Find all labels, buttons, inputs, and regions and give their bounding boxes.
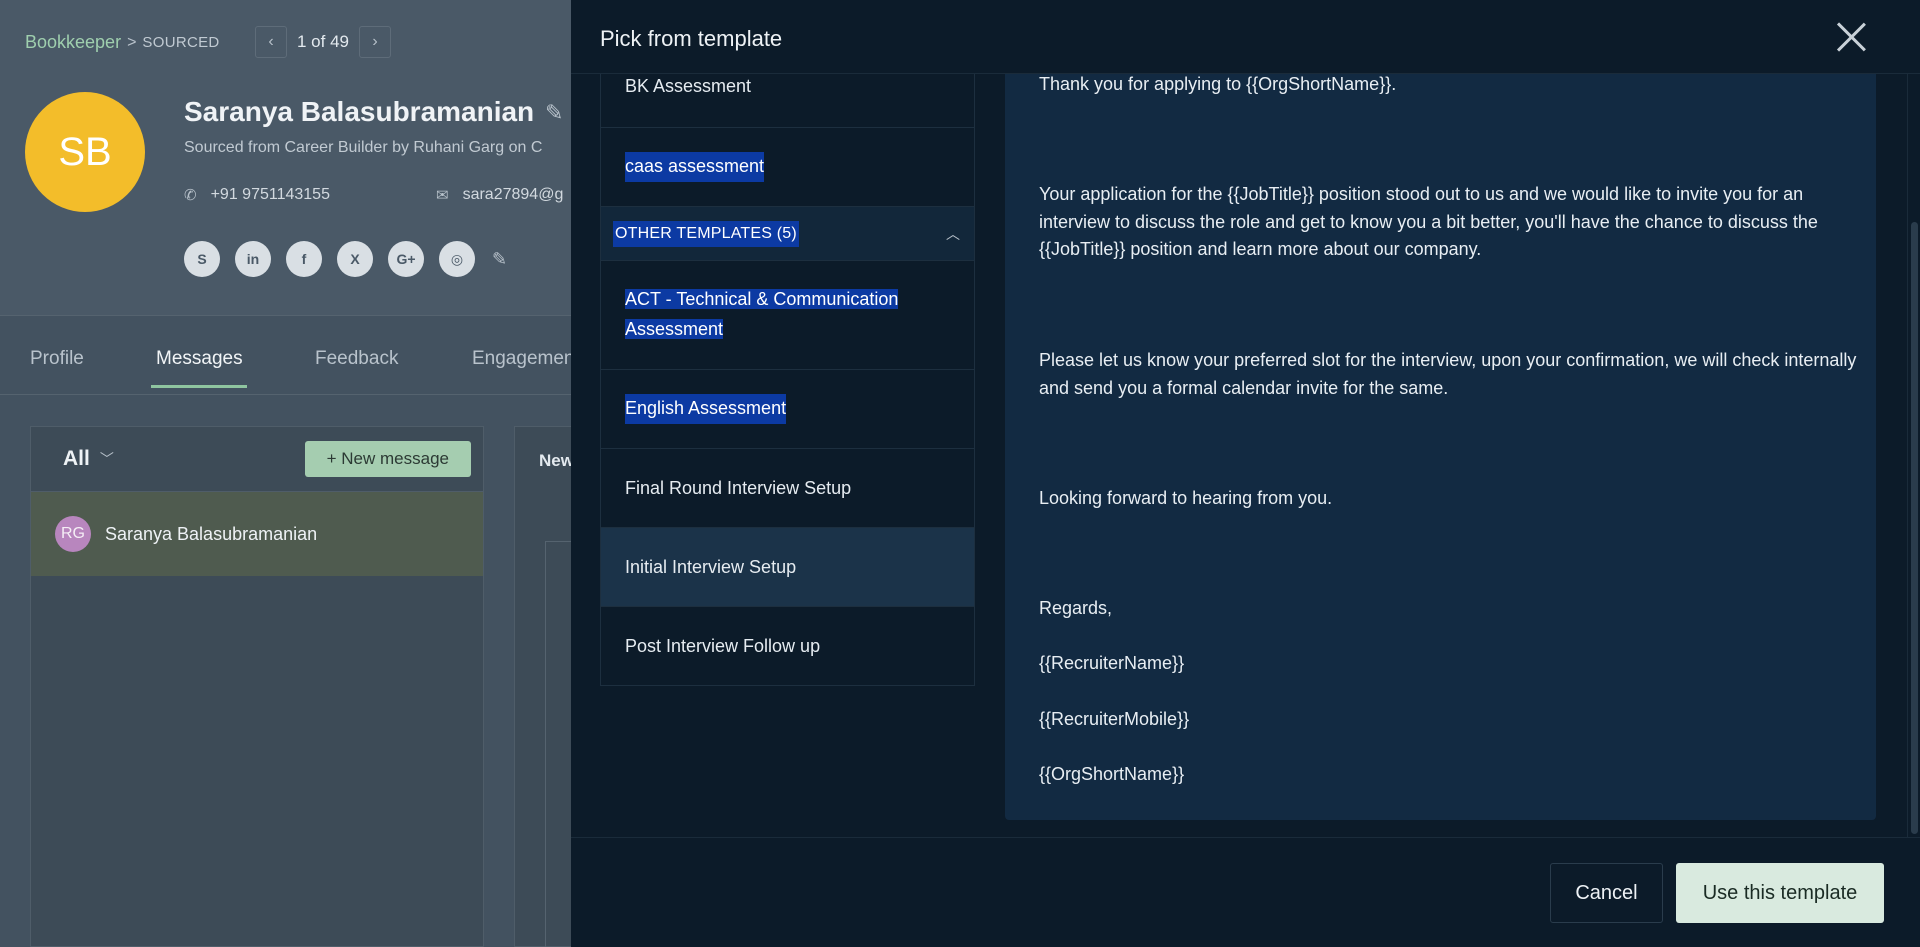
breadcrumb-job-link[interactable]: Bookkeeper [25,32,121,53]
pager-prev-button[interactable]: ‹ [255,26,287,58]
new-message-button[interactable]: + New message [304,441,471,477]
preview-paragraph: {{RecruiterName}} [1039,653,1185,673]
edit-name-pencil-icon[interactable]: ✎ [545,100,563,126]
preview-paragraph: {{OrgShortName}} [1039,764,1185,784]
preview-paragraph: Please let us know your preferred slot f… [1039,350,1857,398]
template-item-final-round[interactable]: Final Round Interview Setup [601,449,974,528]
mail-icon: ✉ [436,187,449,204]
candidate-email-text[interactable]: sara27894@g [463,186,564,204]
social-links: S in f X G+ ◎ ✎ [184,241,507,277]
preview-paragraph: Thank you for applying to {{OrgShortName… [1039,74,1397,94]
template-item-caas-assessment[interactable]: caas assessment [601,128,974,207]
chevron-up-icon[interactable]: ︿ [946,224,960,244]
template-item-label-wrap: ACT - Technical & Communication Assessme… [625,285,925,344]
thread-filter-label: All [63,447,90,470]
message-threads-header: All ﹀ + New message [31,427,483,492]
template-group-label: OTHER TEMPLATES (5) [613,220,799,247]
message-threads-panel: All ﹀ + New message RG Saranya Balasubra… [30,426,484,947]
template-item-label: Initial Interview Setup [625,556,797,577]
template-group-header[interactable]: OTHER TEMPLATES (5) ︿ [601,207,974,261]
globe-icon[interactable]: ◎ [439,241,475,277]
candidate-avatar: SB [25,92,145,212]
template-item-english-assessment[interactable]: English Assessment [601,370,974,449]
skype-icon[interactable]: S [184,241,220,277]
cancel-button[interactable]: Cancel [1550,863,1663,923]
template-item-label: ACT - Technical & Communication Assessme… [625,289,899,339]
chevron-down-icon: ﹀ [99,451,114,467]
breadcrumb-separator: > [127,33,137,51]
drawer-scrollbar[interactable] [1907,74,1920,837]
template-item-label: Post Interview Follow up [625,635,821,656]
preview-paragraph: {{RecruiterMobile}} [1039,709,1190,729]
template-item-label: English Assessment [625,394,787,424]
pager-count: 1 of 49 [297,32,349,51]
thread-avatar: RG [55,516,91,552]
close-icon[interactable] [1834,20,1868,54]
tab-profile[interactable]: Profile [30,348,84,370]
x-icon[interactable]: X [337,241,373,277]
candidate-pager: ‹ 1 of 49 › [255,26,391,58]
template-item-post-interview[interactable]: Post Interview Follow up [601,607,974,685]
compose-tab-new[interactable]: New [539,451,574,471]
use-template-button[interactable]: Use this template [1676,863,1884,923]
facebook-icon[interactable]: f [286,241,322,277]
active-tab-indicator [151,385,247,388]
thread-name: Saranya Balasubramanian [105,523,318,544]
template-list: BK Assessment caas assessment OTHER TEMP… [600,74,975,686]
pager-next-button[interactable]: › [359,26,391,58]
linkedin-icon[interactable]: in [235,241,271,277]
template-item-label: BK Assessment [625,76,752,96]
candidate-tabs: Profile Messages Feedback Engagement [0,316,580,395]
candidate-source-text: Sourced from Career Builder by Ruhani Ga… [184,139,543,156]
drawer-title: Pick from template [600,26,783,51]
tab-messages[interactable]: Messages [156,348,243,370]
drawer-scrollbar-thumb[interactable] [1911,222,1918,834]
preview-paragraph: Regards, [1039,598,1113,618]
thread-row[interactable]: RG Saranya Balasubramanian [31,492,483,576]
candidate-email: ✉ sara27894@g [436,186,563,204]
template-item-label: caas assessment [625,152,765,182]
thread-filter-dropdown[interactable]: All ﹀ [63,447,114,471]
tab-feedback[interactable]: Feedback [315,348,398,370]
preview-paragraph: Your application for the {{JobTitle}} po… [1039,184,1818,259]
phone-icon: ✆ [184,187,197,204]
template-item-act-assessment[interactable]: ACT - Technical & Communication Assessme… [601,261,974,370]
breadcrumb-status: SOURCED [142,34,220,51]
candidate-phone-text[interactable]: +91 9751143155 [211,186,330,204]
google-plus-icon[interactable]: G+ [388,241,424,277]
candidate-name: Saranya Balasubramanian [184,96,535,127]
template-item-initial-interview[interactable]: Initial Interview Setup [601,528,974,607]
candidate-header: Bookkeeper > SOURCED ‹ 1 of 49 › SB Sara… [0,0,571,316]
template-item-bk-assessment[interactable]: BK Assessment [601,74,974,128]
candidate-phone: ✆ +91 9751143155 [184,186,330,204]
breadcrumb: Bookkeeper > SOURCED [25,32,220,53]
drawer-header: Pick from template [571,0,1920,74]
compose-divider-vertical [545,541,546,947]
template-item-label: Final Round Interview Setup [625,477,852,498]
preview-paragraph: Looking forward to hearing from you. [1039,488,1333,508]
tab-engagement[interactable]: Engagement [472,348,580,370]
pick-template-drawer: Pick from template BK Assessment caas as… [571,0,1920,947]
edit-socials-pencil-icon[interactable]: ✎ [492,249,507,270]
drawer-footer: Cancel Use this template [571,837,1920,947]
template-preview: Thank you for applying to {{OrgShortName… [1005,74,1876,820]
